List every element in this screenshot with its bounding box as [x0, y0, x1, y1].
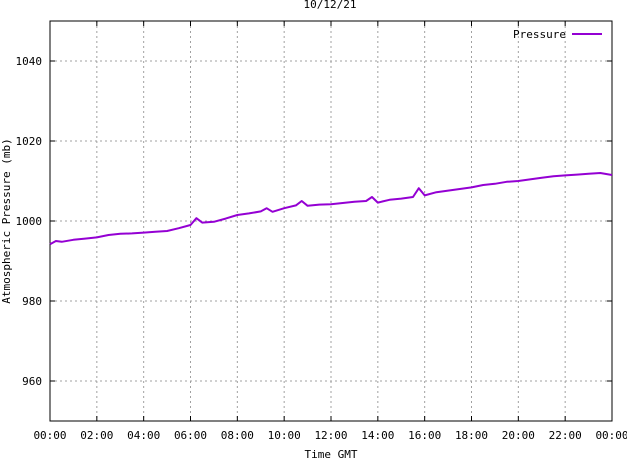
x-axis-label: Time GMT: [305, 448, 358, 459]
x-tick-label: 00:00: [33, 429, 66, 442]
x-tick-label: 04:00: [127, 429, 160, 442]
chart-title: 10/12/21: [304, 0, 357, 11]
legend-label: Pressure: [513, 28, 566, 41]
series-layer: [49, 172, 613, 246]
grid-lines: [50, 21, 612, 421]
x-tick-label: 20:00: [502, 429, 535, 442]
y-tick-label: 960: [22, 375, 42, 388]
y-tick-label: 1020: [16, 135, 43, 148]
pressure-chart: 10/12/21 00:00 02:00 04:00 06:00 08:00 10:00 1…: [0, 0, 627, 459]
x-tick-label: 12:00: [314, 429, 347, 442]
x-tick-label: 08:00: [221, 429, 254, 442]
axis-ticks: 00:00 02:00 04:00 06:00 08:00 10:00 12:00 14:00…: [16, 21, 627, 442]
x-tick-label: 14:00: [361, 429, 394, 442]
x-tick-label: 16:00: [408, 429, 441, 442]
x-tick-label: 02:00: [80, 429, 113, 442]
legend: Pressure: [513, 28, 602, 41]
y-tick-label: 980: [22, 295, 42, 308]
x-tick-label: 06:00: [174, 429, 207, 442]
y-tick-label: 1040: [16, 55, 43, 68]
x-tick-label: 22:00: [549, 429, 582, 442]
x-tick-label: 18:00: [455, 429, 488, 442]
x-tick-label: 00:00: [595, 429, 627, 442]
x-tick-label: 10:00: [268, 429, 301, 442]
y-tick-label: 1000: [16, 215, 43, 228]
pressure-series-line: [49, 172, 613, 246]
y-axis-label: Atmospheric Pressure (mb): [0, 138, 13, 304]
